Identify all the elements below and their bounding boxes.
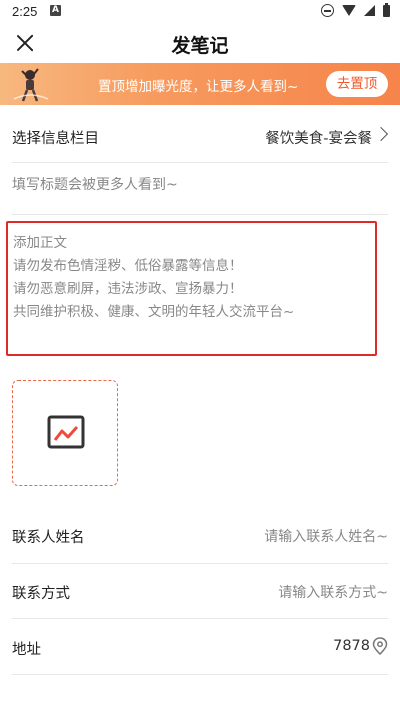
contact-method-label: 联系方式	[12, 586, 70, 602]
image-icon	[47, 415, 85, 449]
title-field-row	[12, 162, 388, 215]
address-value: 7878	[333, 638, 370, 654]
body-textarea[interactable]: 添加正文 请勿发布色情淫秽、低俗暴露等信息！ 请勿恶意刷屏，违法涉政、宣扬暴力！…	[6, 221, 377, 356]
status-icons	[321, 2, 390, 17]
chevron-right-icon	[373, 126, 389, 142]
promo-text: 置顶增加曝光度，让更多人看到~	[98, 79, 299, 95]
location-pin-icon[interactable]	[372, 637, 388, 655]
address-row[interactable]: 地址 7878	[12, 618, 388, 675]
contact-method-row[interactable]: 联系方式 请输入联系方式~	[12, 563, 388, 619]
page-title: 发笔记	[171, 35, 229, 57]
signal-icon	[364, 5, 375, 16]
add-image-button[interactable]	[12, 380, 118, 486]
category-value: 餐饮美食-宴会餐	[265, 131, 372, 147]
body-placeholder-line: 请勿发布色情淫秽、低俗暴露等信息！	[13, 258, 243, 274]
contact-name-label: 联系人姓名	[12, 530, 85, 546]
battery-icon	[383, 2, 390, 17]
contact-name-input[interactable]: 请输入联系人姓名~	[264, 526, 388, 546]
title-input[interactable]	[12, 177, 382, 193]
contact-name-row[interactable]: 联系人姓名 请输入联系人姓名~	[12, 508, 388, 564]
wifi-icon	[342, 5, 356, 16]
contact-method-input[interactable]: 请输入联系方式~	[278, 582, 388, 602]
do-not-disturb-icon	[321, 4, 334, 17]
app-header: 发笔记	[0, 24, 400, 64]
category-selector[interactable]: 选择信息栏目 餐饮美食-宴会餐	[12, 105, 389, 163]
promo-banner: 置顶增加曝光度，让更多人看到~ 去置顶	[0, 63, 400, 105]
go-pin-button[interactable]: 去置顶	[326, 71, 388, 97]
body-placeholder-line: 请勿恶意刷屏，违法涉政、宣扬暴力！	[13, 281, 243, 297]
body-placeholder-line: 添加正文	[13, 235, 67, 251]
promo-illustration-icon	[13, 68, 49, 102]
status-bar: 2:25 A	[0, 0, 400, 24]
notification-icon: A	[50, 5, 61, 16]
body-placeholder-line: 共同维护积极、健康、文明的年轻人交流平台~	[13, 304, 295, 320]
status-time: 2:25	[12, 4, 38, 19]
category-label: 选择信息栏目	[12, 131, 99, 147]
address-label: 地址	[12, 642, 41, 658]
